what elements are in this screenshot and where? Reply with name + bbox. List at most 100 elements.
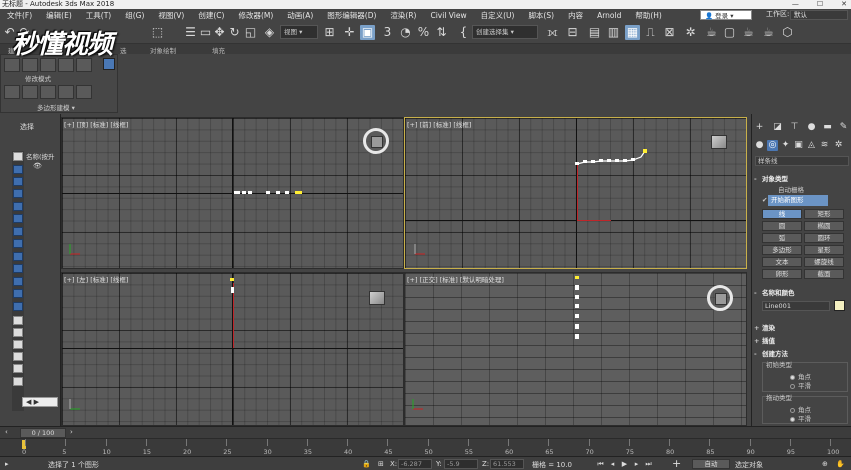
absolute-mode-icon[interactable]: ⊞ bbox=[378, 460, 384, 468]
curve-editor-icon[interactable]: ⎍ bbox=[643, 25, 658, 40]
menu-scripting[interactable]: 脚本(S) bbox=[521, 10, 561, 21]
menu-customize[interactable]: 自定义(U) bbox=[474, 10, 522, 21]
filter-xrefs-icon[interactable] bbox=[13, 252, 23, 261]
spinner-snap-icon[interactable]: ⇅ bbox=[434, 25, 449, 40]
menu-create[interactable]: 创建(C) bbox=[191, 10, 231, 21]
named-selection-dropdown[interactable]: 创建选择集 ▾ bbox=[472, 25, 538, 39]
invert-display-icon[interactable] bbox=[13, 340, 23, 349]
filter-cameras-icon[interactable] bbox=[13, 202, 23, 211]
systems-icon[interactable]: ✲ bbox=[833, 140, 844, 151]
lock-icon[interactable]: 🔒 bbox=[362, 460, 371, 468]
a360-icon[interactable]: ⬡ bbox=[780, 25, 795, 40]
x-coord-field[interactable]: -6.287 bbox=[398, 459, 432, 469]
menu-animation[interactable]: 动画(A) bbox=[280, 10, 320, 21]
initial-smooth-radio[interactable]: 平滑 bbox=[790, 380, 811, 390]
viewport-left-label[interactable]: [+] [左] [标准] [线框] bbox=[64, 274, 128, 284]
ribbon-button-6[interactable] bbox=[4, 85, 20, 99]
drag-smooth-radio[interactable]: 平滑 bbox=[790, 413, 811, 423]
schematic-view-icon[interactable]: ⊠ bbox=[662, 25, 677, 40]
display-none-icon[interactable] bbox=[13, 328, 23, 337]
scene-explorer-icon[interactable]: ▤ bbox=[587, 25, 602, 40]
rendered-frame-icon[interactable]: ▢ bbox=[722, 25, 737, 40]
name-color-header[interactable]: - 名称和颜色 bbox=[754, 287, 795, 297]
auto-key-button[interactable]: 自动 bbox=[692, 459, 730, 469]
viewport-front[interactable]: [+] [前] [标准] [线框] bbox=[404, 117, 747, 269]
close-button[interactable]: ✕ bbox=[841, 0, 847, 9]
filter-spacewarps-icon[interactable] bbox=[13, 227, 23, 236]
time-prev-icon[interactable]: ‹ bbox=[5, 428, 8, 436]
circle-button[interactable]: 圆 bbox=[762, 221, 802, 231]
move-icon[interactable]: ✥ bbox=[212, 25, 227, 40]
filter-containers-icon[interactable] bbox=[13, 277, 23, 286]
ngon-button[interactable]: 多边形 bbox=[762, 245, 802, 255]
shape-category-dropdown[interactable]: 样条线 bbox=[755, 156, 849, 166]
viewport-ortho[interactable]: [+] [正交] [标准] [默认明暗处理] bbox=[404, 272, 747, 426]
viewcube-front[interactable] bbox=[711, 135, 727, 149]
helix-button[interactable]: 螺旋线 bbox=[804, 257, 844, 267]
ribbon-button-9[interactable] bbox=[58, 85, 74, 99]
scale-icon[interactable]: ◱ bbox=[243, 25, 258, 40]
menu-help[interactable]: 帮助(H) bbox=[628, 10, 669, 21]
pan-icon[interactable]: ✋ bbox=[836, 460, 845, 468]
display-tab-icon[interactable]: ▬ bbox=[822, 122, 833, 133]
object-type-header[interactable]: - 对象类型 bbox=[754, 173, 788, 183]
autogrid-checkbox[interactable]: 自动栅格 bbox=[778, 184, 804, 194]
object-name-input[interactable]: Line001 bbox=[762, 301, 830, 311]
menu-tools[interactable]: 工具(T) bbox=[79, 10, 118, 21]
donut-button[interactable]: 圆环 bbox=[804, 233, 844, 243]
explorer-search-icon[interactable] bbox=[13, 377, 23, 386]
sync-selection-icon[interactable] bbox=[13, 352, 23, 361]
shapes-icon[interactable]: ◎ bbox=[767, 140, 778, 151]
placement-icon[interactable]: ◈ bbox=[262, 25, 277, 40]
filter-icon-1[interactable] bbox=[13, 152, 23, 161]
filter-shapes-icon[interactable] bbox=[13, 177, 23, 186]
ribbon-toggle-icon[interactable]: ▦ bbox=[625, 25, 640, 40]
filter-helpers-icon[interactable] bbox=[13, 214, 23, 223]
viewport-left[interactable]: [+] [左] [标准] [线框] bbox=[61, 272, 404, 426]
display-all-icon[interactable] bbox=[13, 316, 23, 325]
menu-edit[interactable]: 编辑(E) bbox=[39, 10, 79, 21]
poly-modeling-label[interactable]: 多边形建模 ▾ bbox=[37, 102, 75, 112]
visibility-icon[interactable]: 👁 bbox=[33, 162, 42, 170]
ribbon-button-8[interactable] bbox=[40, 85, 56, 99]
angle-snap-icon[interactable]: ◔ bbox=[398, 25, 413, 40]
motion-tab-icon[interactable]: ● bbox=[806, 122, 817, 133]
menu-modifiers[interactable]: 修改器(M) bbox=[231, 10, 280, 21]
viewcube-left[interactable] bbox=[369, 291, 385, 305]
modify-tab-icon[interactable]: ◪ bbox=[772, 122, 783, 133]
ellipse-button[interactable]: 椭圆 bbox=[804, 221, 844, 231]
y-coord-field[interactable]: -5.9 bbox=[444, 459, 478, 469]
ribbon-button-10[interactable] bbox=[76, 85, 92, 99]
select-by-name-icon[interactable]: ☰ bbox=[183, 25, 198, 40]
material-editor-icon[interactable]: ✲ bbox=[683, 25, 698, 40]
filter-groups-icon[interactable] bbox=[13, 239, 23, 248]
select-object-icon[interactable]: ⬚ bbox=[150, 25, 165, 40]
star-button[interactable]: 星形 bbox=[804, 245, 844, 255]
time-next-icon[interactable]: › bbox=[70, 428, 73, 436]
ribbon-button-7[interactable] bbox=[22, 85, 38, 99]
hierarchy-tab-icon[interactable]: ⊤ bbox=[789, 122, 800, 133]
viewcube-ortho[interactable] bbox=[707, 285, 733, 311]
zoom-icon[interactable]: ⊕ bbox=[822, 460, 828, 468]
selected-dropdown[interactable]: 选定对象 bbox=[735, 460, 763, 470]
viewport-top[interactable]: [+] [顶] [标准] [线框] bbox=[61, 117, 404, 269]
explorer-filter-icon[interactable] bbox=[13, 364, 23, 373]
layer-explorer-icon[interactable]: ▥ bbox=[606, 25, 621, 40]
render-setup-icon[interactable]: ☕ bbox=[704, 25, 719, 40]
percent-snap-icon[interactable]: % bbox=[416, 25, 431, 40]
filter-bones-icon[interactable] bbox=[13, 264, 23, 273]
play-icon[interactable]: ▶ bbox=[620, 459, 629, 469]
create-tab-icon[interactable]: + bbox=[754, 122, 765, 133]
arc-button[interactable]: 弧 bbox=[762, 233, 802, 243]
menu-civil-view[interactable]: Civil View bbox=[423, 11, 473, 20]
select-region-icon[interactable]: ▭ bbox=[198, 25, 213, 40]
keyboard-shortcut-icon[interactable]: ▣ bbox=[360, 25, 375, 40]
name-column-header[interactable]: 名称(按升 bbox=[26, 151, 55, 161]
viewcube-top[interactable] bbox=[363, 128, 389, 154]
menu-view[interactable]: 视图(V) bbox=[151, 10, 191, 21]
start-new-shape-button[interactable]: 开始新图形 bbox=[768, 195, 828, 206]
filter-lights-icon[interactable] bbox=[13, 189, 23, 198]
rotate-icon[interactable]: ↻ bbox=[227, 25, 242, 40]
maxscript-icon[interactable]: ▸ bbox=[5, 460, 9, 468]
menu-rendering[interactable]: 渲染(R) bbox=[383, 10, 423, 21]
